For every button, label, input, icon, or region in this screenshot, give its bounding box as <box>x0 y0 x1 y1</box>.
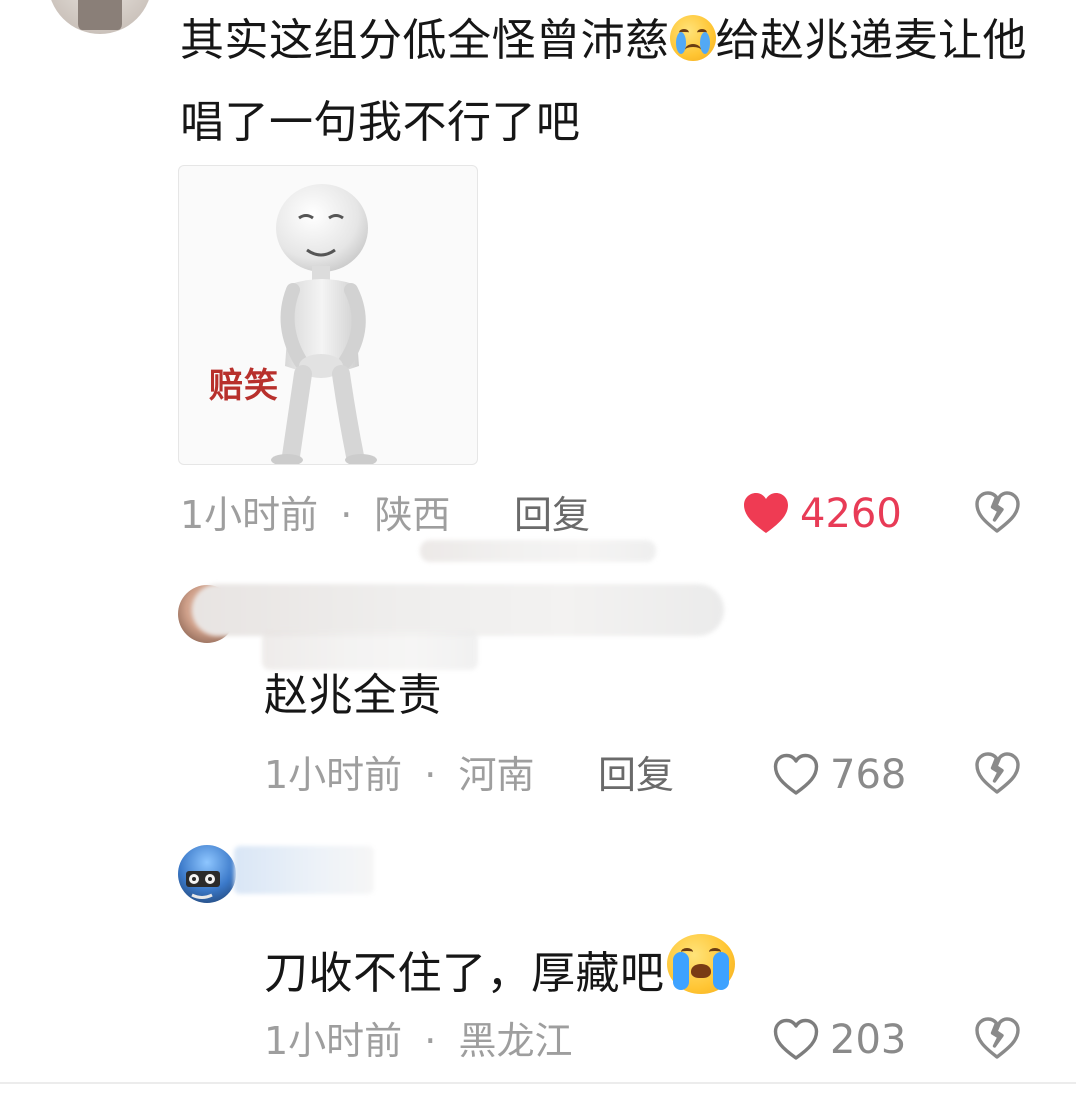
meta-separator: · <box>424 1019 437 1063</box>
commenter-avatar[interactable] <box>48 0 152 34</box>
like-count: 768 <box>830 752 907 798</box>
dislike-button[interactable] <box>974 1016 1020 1060</box>
broken-heart-icon <box>975 1017 1020 1059</box>
like-button[interactable] <box>772 752 820 796</box>
heart-filled-icon <box>744 493 788 533</box>
meta-separator: · <box>340 493 353 537</box>
reply-avatar[interactable] <box>178 845 236 903</box>
dislike-button[interactable] <box>974 490 1020 534</box>
like-button[interactable] <box>742 491 790 535</box>
reply-time: 1小时前 <box>264 753 403 797</box>
reply-meta: 1小时前 · 黑龙江 <box>264 1022 572 1060</box>
heart-outline-icon <box>773 753 819 795</box>
crying-face-emoji-icon <box>669 15 716 61</box>
broken-heart-icon <box>975 752 1020 794</box>
like-button[interactable] <box>772 1017 820 1061</box>
sticker-caption: 赔笑 <box>209 366 279 406</box>
reply-time: 1小时前 <box>264 1019 403 1063</box>
comment-location: 陕西 <box>374 493 451 537</box>
loudly-crying-face-emoji-icon <box>666 934 735 994</box>
smiling-figure-sticker-icon <box>271 184 377 464</box>
reply-text: 赵兆全责 <box>264 670 442 721</box>
comment-meta: 1小时前 · 陕西 <box>180 496 450 534</box>
reply-location: 河南 <box>458 753 535 797</box>
cartoon-avatar-icon <box>186 871 220 899</box>
reply-text: 刀收不住了，厚藏吧 <box>264 934 735 996</box>
bottom-divider <box>0 1082 1076 1084</box>
comment-time: 1小时前 <box>180 493 319 537</box>
reply-button[interactable]: 回复 <box>514 496 590 534</box>
redacted-username-extra <box>262 630 478 670</box>
comment-text-part1: 其实这组分低全怪曾沛慈 <box>180 15 670 66</box>
redacted-strip <box>420 540 656 562</box>
dislike-button[interactable] <box>974 751 1020 795</box>
reply-location: 黑龙江 <box>458 1019 573 1063</box>
meta-separator: · <box>424 753 437 797</box>
reply-text-content: 刀收不住了，厚藏吧 <box>264 948 665 999</box>
like-count: 4260 <box>800 491 902 537</box>
heart-outline-icon <box>773 1018 819 1060</box>
sticker-image[interactable]: 赔笑 <box>178 165 478 465</box>
reply-meta: 1小时前 · 河南 <box>264 756 534 794</box>
comment-text: 其实这组分低全怪曾沛慈 给赵兆递麦让他唱了一句我不行了吧 <box>180 0 1040 164</box>
like-count: 203 <box>830 1017 907 1063</box>
redacted-username <box>192 584 724 636</box>
redacted-username <box>234 846 374 894</box>
reply-button[interactable]: 回复 <box>598 756 674 794</box>
broken-heart-icon <box>975 491 1020 533</box>
